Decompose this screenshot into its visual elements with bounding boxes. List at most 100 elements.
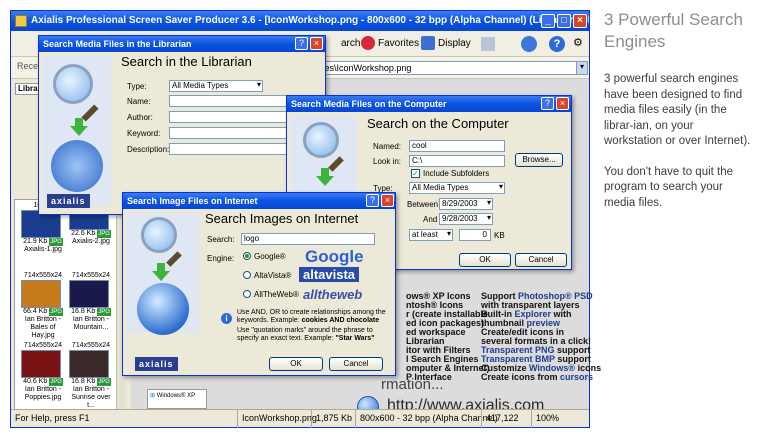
description-paragraph-1: 3 powerful search engines have been desi… [604, 73, 751, 147]
radio-alltheweb[interactable] [243, 290, 251, 298]
status-dims: 800x600 - 32 bpp (Alpha Channel) [355, 410, 498, 428]
jpg-badge: JPG [97, 230, 111, 238]
dialog-heading: Search Images on Internet [205, 211, 359, 226]
magnifier-handle [166, 251, 182, 267]
favorites-label: Favorites [378, 38, 420, 49]
radio-altavista[interactable] [243, 271, 251, 279]
close-icon[interactable]: × [310, 37, 323, 50]
size-mode-select[interactable]: at least [409, 229, 453, 241]
thumbnail-meta: 40.6 Kb JPG [21, 378, 65, 386]
keyword-label: Keyword: [127, 129, 161, 138]
status-size: 1,875 Kb [311, 410, 352, 428]
thumbnail-caption: Axialis-1.jpg [24, 246, 62, 253]
status-help: For Help, press F1 [15, 413, 90, 423]
minimize-icon[interactable]: _ [541, 14, 555, 28]
address-field[interactable]: ide\Slides\IconWorkshop.png [291, 61, 581, 75]
jpg-badge: JPG [49, 308, 63, 316]
radio-google[interactable] [243, 252, 251, 260]
ok-button[interactable]: OK [459, 253, 511, 267]
page-title: 3 Powerful Search Engines [604, 10, 743, 51]
dialog-title: Search Media Files on the Computer [287, 96, 571, 112]
date-to-input[interactable]: 9/28/2003 [439, 213, 493, 225]
windows-xp-badge: ⊞ Windows® XP [147, 389, 207, 409]
axialis-logo: axialis [47, 194, 90, 208]
status-bar: For Help, press F1 IconWorkshop.png 1,87… [11, 409, 589, 428]
computer-illustration [291, 116, 357, 196]
date-from-input[interactable]: 8/29/2003 [439, 198, 493, 210]
display-label: Display [438, 38, 471, 49]
hint-quotes: Use "quotation marks" around the phrase … [237, 327, 387, 343]
thumbnail-item[interactable]: 714x555x24 40.6 Kb JPG Ian Britton - Poppi… [21, 342, 65, 402]
between-label: Between [407, 200, 439, 209]
thumbnail-meta: 66.4 Kb JPG [21, 308, 65, 316]
cancel-button[interactable]: Cancel [329, 357, 383, 371]
thumbnail-item[interactable]: 714x555x24 16.8 Kb JPG Ian Britton - Sunri… [69, 342, 113, 410]
hint-and-or: Use AND, OR to create relationships amon… [237, 309, 387, 325]
lookin-label: Look in: [373, 157, 402, 166]
close-icon[interactable]: × [556, 97, 569, 110]
dialog-title: Search Image Files on Internet [123, 193, 395, 209]
subfolders-checkbox[interactable]: ✓ [411, 169, 420, 178]
close-icon[interactable]: × [573, 14, 587, 28]
type-select[interactable]: All Media Types [169, 80, 263, 92]
subfolders-label: Include Subfolders [423, 169, 490, 178]
size-input[interactable]: 0 [459, 229, 491, 241]
search-input[interactable]: logo [241, 233, 375, 245]
help-icon[interactable]: ? [295, 37, 308, 50]
engine-alltheweb-label: AllTheWeb® [254, 290, 299, 299]
thumbnail-image [21, 350, 61, 378]
maximize-icon[interactable]: □ [557, 14, 571, 28]
thumbnail-caption: Ian Britton - Mountain... [72, 316, 110, 331]
favorites-button[interactable]: Favorites [361, 35, 419, 53]
help-icon[interactable]: ? [549, 36, 565, 52]
type-label: Type: [127, 82, 147, 91]
close-icon[interactable]: × [381, 194, 394, 207]
altavista-logo: altavista [299, 267, 360, 282]
magnifier-handle [81, 104, 99, 122]
name-label: Name: [127, 97, 151, 106]
type-select[interactable]: All Media Types [409, 182, 505, 194]
jpg-badge: JPG [97, 308, 111, 316]
thumbnail-meta: 16.8 Kb JPG [69, 378, 113, 386]
browse-button[interactable]: Browse... [515, 153, 563, 167]
search-label: Search: [207, 235, 235, 244]
and-label: And [423, 215, 438, 224]
description-paragraph-2: You don't have to quit the program to se… [604, 165, 734, 209]
thumbnail-item[interactable]: 714x555x24 16.8 Kb JPG Ian Britton - Mount… [69, 272, 113, 332]
arrow-stem [321, 168, 329, 176]
jpg-badge: JPG [49, 378, 63, 386]
information-text: rmation... [381, 376, 444, 393]
feature-list-right: Support Photoshop® PSD with transparent l… [481, 292, 601, 382]
search-label: arch [341, 38, 361, 49]
lookin-input[interactable]: C:\ [409, 155, 505, 167]
settings-icon[interactable]: ⚙ [573, 36, 587, 50]
status-count: 417,122 [481, 410, 519, 428]
magnifier-handle [328, 156, 344, 172]
ok-button[interactable]: OK [269, 357, 323, 371]
address-dropdown-icon[interactable]: ▾ [576, 61, 588, 75]
internet-illustration [127, 213, 199, 335]
magnifier-icon [141, 217, 177, 253]
globe-icon[interactable] [521, 36, 537, 52]
status-zoom: 100% [531, 410, 559, 428]
thumbnail-caption: Ian Britton - Poppies.jpg [24, 386, 62, 401]
magnifier-icon [53, 64, 93, 104]
thumbnail-caption: Ian Britton - Sunrise over t... [71, 386, 111, 409]
thumbnail-item[interactable]: 714x555x24 66.4 Kb JPG Ian Britton - Bales… [21, 272, 65, 340]
display-button[interactable]: Display [421, 35, 471, 53]
status-file: IconWorkshop.png [237, 410, 317, 428]
info-icon: i [221, 313, 232, 324]
thumbnail-kb: 16.8 Kb [71, 308, 96, 315]
thumbnail-caption: Ian Britton - Bales of Hay.jpg [24, 316, 62, 339]
search-button[interactable]: arch [341, 35, 360, 53]
arrow-stem [75, 118, 83, 126]
cancel-button[interactable]: Cancel [515, 253, 567, 267]
thumbnail-image [69, 350, 109, 378]
thumbnail-kb: 16.8 Kb [71, 378, 96, 385]
help-icon[interactable]: ? [541, 97, 554, 110]
google-logo: Google [305, 247, 364, 266]
librarian-illustration [43, 56, 111, 206]
help-icon[interactable]: ? [366, 194, 379, 207]
view-icon[interactable] [481, 37, 495, 51]
named-input[interactable]: cool [409, 140, 505, 152]
